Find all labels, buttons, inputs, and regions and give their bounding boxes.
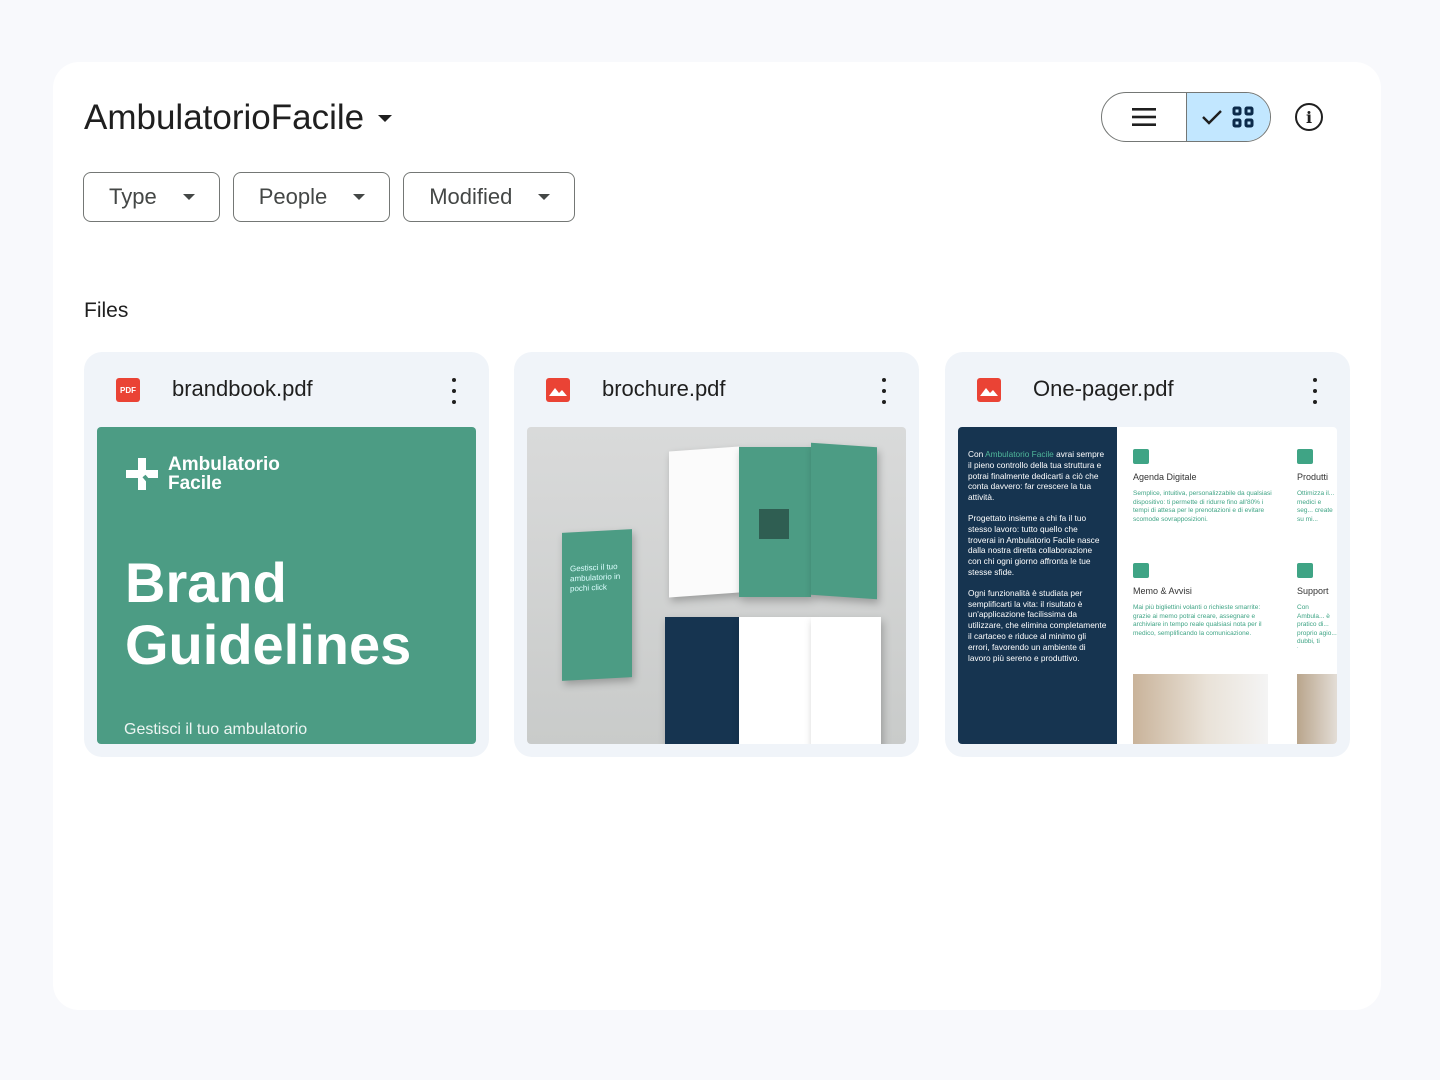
support-icon [1297,563,1313,578]
grid-icon [1232,106,1254,128]
image-icon [977,378,1001,402]
intro-column: Con Ambulatorio Facile avrai sempre il p… [958,427,1117,744]
brochure-folded: Gestisci il tuo ambulatorio in pochi cli… [562,529,632,681]
filter-chips: Type People Modified [83,172,576,222]
photo-image [1297,674,1337,744]
brochure-text: Gestisci il tuo ambulatorio in pochi cli… [570,561,621,594]
image-icon [546,378,570,402]
intro-text: Ogni funzionalità è studiata per semplif… [968,587,1107,663]
feature: Agenda Digitale Semplice, intuitiva, pers… [1133,449,1273,524]
thumb-subtitle: Gestisci il tuo ambulatorio [124,721,308,738]
hierarchy-icon [1297,449,1313,464]
check-icon [1202,110,1223,125]
caret-down-icon [182,194,195,200]
file-name: brochure.pdf [602,376,726,401]
more-options-icon[interactable] [1308,378,1322,404]
file-thumbnail: Ambulatorio Facile Brand Guidelines Gestis… [97,427,476,744]
brochure-page [811,617,881,744]
feature: Support Con Ambula... è pratico di... pro… [1297,563,1337,648]
filter-label: Modified [429,184,513,209]
file-thumbnail: Con Ambulatorio Facile avrai sempre il p… [958,427,1337,744]
folder-title-dropdown[interactable]: AmbulatorioFacile [84,98,393,138]
brochure-page [669,446,739,598]
file-name: brandbook.pdf [172,376,313,401]
filter-modified[interactable]: Modified [403,172,576,222]
feature-title: Agenda Digitale [1133,472,1197,482]
filter-type[interactable]: Type [83,172,220,222]
intro-highlight: Ambulatorio Facile [985,449,1054,459]
feature-desc: Ottimizza il... medici e seg... create s… [1297,490,1335,523]
feature-desc: Mai più bigliettini volanti o richieste … [1133,604,1262,637]
filter-label: People [258,184,328,209]
medical-cross-icon [126,458,158,492]
intro-text: Progettato insieme a chi fa il tuo stess… [968,512,1100,577]
caret-down-icon [378,114,393,122]
file-card-brandbook[interactable]: PDF brandbook.pdf Ambulatorio Facile Bran… [84,352,489,757]
section-label: Files [84,299,129,322]
info-icon[interactable]: i [1295,103,1323,131]
more-options-icon[interactable] [877,378,891,404]
caret-down-icon [538,194,551,200]
more-options-icon[interactable] [447,378,461,404]
intro-text: Con [968,449,986,459]
feature-desc: Con Ambula... è pratico di... proprio ag… [1297,604,1337,648]
file-card-brochure[interactable]: brochure.pdf Gestisci il tuo ambulatorio… [514,352,919,757]
feature-title: Memo & Avvisi [1133,586,1192,596]
thumb-title: Brand [125,551,287,614]
feature-desc: Semplice, intuitiva, personalizzabile da… [1133,490,1272,523]
memo-icon [1133,563,1149,578]
photo-image [1133,674,1268,744]
brochure-page [739,447,811,597]
file-thumbnail: Gestisci il tuo ambulatorio in pochi cli… [527,427,906,744]
feature: Memo & Avvisi Mai più bigliettini volanti… [1133,563,1273,638]
feature-title: Produtti [1297,472,1329,482]
view-toggle [1101,92,1271,142]
feature-title: Support [1297,586,1329,596]
grid-view-button[interactable] [1185,93,1270,141]
brochure-page [811,442,877,600]
pdf-icon: PDF [116,378,140,402]
filter-label: Type [109,184,157,209]
brand-logo: Ambulatorio Facile [124,455,280,493]
list-view-button[interactable] [1102,93,1186,141]
file-card-one-pager[interactable]: One-pager.pdf Con Ambulatorio Facile avr… [945,352,1350,757]
feature: Produtti Ottimizza il... medici e seg... … [1297,449,1337,524]
logo-text: Ambulatorio [168,454,280,475]
calendar-icon [1133,449,1149,464]
brochure-page [739,617,811,744]
filter-people[interactable]: People [232,172,391,222]
thumb-title: Guidelines [125,613,412,676]
list-icon [1131,108,1156,126]
caret-down-icon [353,194,366,200]
brochure-page [665,617,739,744]
file-name: One-pager.pdf [1033,376,1174,401]
logo-text: Facile [168,473,222,494]
folder-title: AmbulatorioFacile [84,98,365,137]
